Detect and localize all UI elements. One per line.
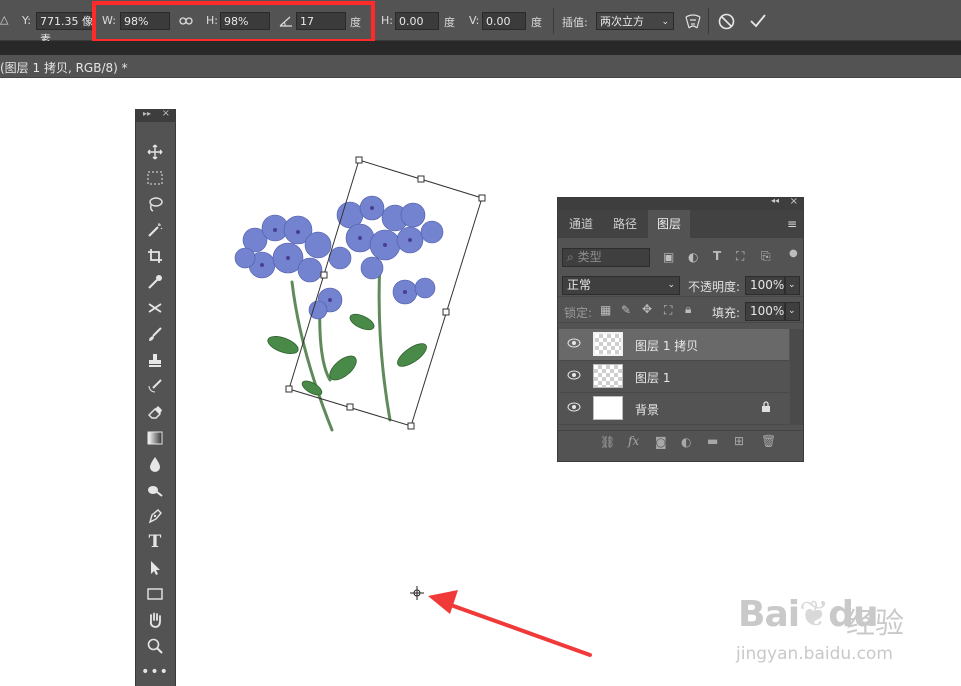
rectangle-tool-icon[interactable] xyxy=(145,584,165,604)
transform-handle[interactable] xyxy=(442,308,450,316)
layer-thumbnail xyxy=(593,396,623,420)
lock-label: 锁定: xyxy=(564,306,593,320)
adjustment-filter-icon[interactable]: ◐ xyxy=(688,250,698,264)
hand-tool-icon[interactable] xyxy=(145,610,165,630)
history-brush-tool-icon[interactable] xyxy=(145,376,165,396)
opacity-dropdown[interactable]: ⌄ xyxy=(785,276,800,295)
blend-row: 正常 ⌄ 不透明度: 100% ⌄ xyxy=(558,274,803,297)
fill-dropdown[interactable]: ⌄ xyxy=(785,302,800,321)
watermark-url: jingyan.baidu.com xyxy=(736,644,893,664)
layers-scrollbar[interactable] xyxy=(790,329,803,425)
layer-name[interactable]: 图层 1 拷贝 xyxy=(635,337,698,354)
type-tool-icon[interactable]: T xyxy=(145,532,165,552)
transform-handle[interactable] xyxy=(346,403,354,411)
link-layers-icon[interactable]: ⛓ xyxy=(600,435,615,449)
layer-name[interactable]: 图层 1 xyxy=(635,369,670,386)
transform-handle[interactable] xyxy=(407,422,415,430)
opacity-label: 不透明度: xyxy=(688,280,741,294)
fx-icon[interactable]: fx xyxy=(628,434,639,448)
type-filter-icon[interactable]: T xyxy=(713,249,721,263)
layer-name[interactable]: 背景 xyxy=(635,401,659,418)
shape-filter-icon[interactable]: ⛶ xyxy=(736,249,744,264)
tab-paths[interactable]: 路径 xyxy=(604,210,646,238)
layer-row[interactable]: 背景 xyxy=(559,393,789,425)
layer-thumbnail xyxy=(593,332,623,356)
layer-filter-row: ⌕ 类型 ▣ ◐ T ⛶ ⎘ ● xyxy=(558,246,803,270)
mask-icon[interactable]: ◙ xyxy=(655,435,667,449)
filter-type-value: 类型 xyxy=(577,250,602,264)
collapse-icon[interactable]: ▸▸ xyxy=(143,109,151,118)
visibility-eye-icon[interactable] xyxy=(567,401,581,415)
fill-input[interactable]: 100% xyxy=(745,302,785,321)
gradient-tool-icon[interactable] xyxy=(145,428,165,448)
lock-row: 锁定: ▦ ✎ ✥ ⛶ 🔒︎ 填充: 100% ⌄ xyxy=(558,300,803,323)
watermark-cn: 经验 xyxy=(846,606,905,640)
layers-panel: ◂◂ × 通道 路径 图层 ≡ ⌕ 类型 ▣ ◐ T ⛶ ⎘ ● 正常 ⌄ 不透… xyxy=(557,196,804,462)
new-layer-icon[interactable]: ⊞ xyxy=(734,434,744,448)
layer-row[interactable]: 图层 1 xyxy=(559,361,789,393)
close-icon[interactable]: × xyxy=(162,108,170,119)
adjustment-layer-icon[interactable]: ◐ xyxy=(681,435,691,449)
close-icon[interactable]: × xyxy=(790,196,798,207)
move-tool-icon[interactable] xyxy=(145,142,165,162)
lock-icon xyxy=(761,401,771,415)
brush-tool-icon[interactable] xyxy=(145,324,165,344)
transform-handle[interactable] xyxy=(478,194,486,202)
stamp-tool-icon[interactable] xyxy=(145,350,165,370)
opacity-input[interactable]: 100% xyxy=(745,276,785,295)
lock-pixels-icon[interactable]: ✎ xyxy=(621,303,631,317)
lock-all-icon[interactable]: 🔒︎ xyxy=(685,302,691,317)
blend-mode-value: 正常 xyxy=(567,278,592,292)
transform-handle[interactable] xyxy=(285,385,293,393)
eyedropper-tool-icon[interactable] xyxy=(145,272,165,292)
lock-transparent-icon[interactable]: ▦ xyxy=(600,303,611,317)
transform-handle[interactable] xyxy=(320,271,328,279)
blur-tool-icon[interactable] xyxy=(145,454,165,474)
transform-handle[interactable] xyxy=(355,156,363,164)
red-arrow-annotation xyxy=(428,590,592,657)
chevron-down-icon: ⌄ xyxy=(667,280,675,290)
tab-layers[interactable]: 图层 xyxy=(648,210,690,238)
visibility-eye-icon[interactable] xyxy=(567,369,581,383)
lock-artboard-icon[interactable]: ⛶ xyxy=(664,303,672,318)
tools-panel-header[interactable]: ▸▸ × xyxy=(136,108,175,122)
image-filter-icon[interactable]: ▣ xyxy=(663,250,674,264)
collapse-icon[interactable]: ◂◂ xyxy=(771,196,779,205)
watermark-brand-part1: Bai xyxy=(738,594,800,635)
visibility-eye-icon[interactable] xyxy=(567,337,581,351)
panel-tabs: 通道 路径 图层 ≡ xyxy=(558,210,803,238)
folder-icon[interactable]: ▬ xyxy=(707,434,718,448)
panel-header[interactable]: ◂◂ × xyxy=(558,196,803,210)
marquee-tool-icon[interactable] xyxy=(145,168,165,188)
tools-panel: ▸▸ × T ••• xyxy=(135,108,176,686)
lasso-tool-icon[interactable] xyxy=(145,194,165,214)
layer-thumbnail xyxy=(593,364,623,388)
fill-label: 填充: xyxy=(712,306,741,320)
filter-type-select[interactable]: ⌕ 类型 xyxy=(562,248,650,267)
lock-position-icon[interactable]: ✥ xyxy=(642,302,652,316)
smart-object-filter-icon[interactable]: ⎘ xyxy=(761,249,771,264)
panel-footer: ⛓ fx ◙ ◐ ▬ ⊞ 🗑︎ xyxy=(558,430,803,455)
blend-mode-select[interactable]: 正常 ⌄ xyxy=(562,276,680,295)
zoom-tool-icon[interactable] xyxy=(145,636,165,656)
crop-tool-icon[interactable] xyxy=(145,246,165,266)
pen-tool-icon[interactable] xyxy=(145,506,165,526)
dodge-tool-icon[interactable] xyxy=(145,480,165,500)
transform-handle[interactable] xyxy=(417,175,425,183)
rotate-cursor-icon xyxy=(410,586,424,600)
filter-toggle-icon[interactable]: ● xyxy=(789,248,798,259)
eraser-tool-icon[interactable] xyxy=(145,402,165,422)
path-selection-tool-icon[interactable] xyxy=(145,558,165,578)
layer-row[interactable]: 图层 1 拷贝 xyxy=(559,329,789,361)
trash-icon[interactable]: 🗑︎ xyxy=(761,434,776,448)
search-icon: ⌕ xyxy=(567,250,574,264)
healing-tool-icon[interactable] xyxy=(145,298,165,318)
paw-icon: ❦ xyxy=(799,594,829,635)
panel-menu-icon[interactable]: ≡ xyxy=(787,217,797,231)
tab-channels[interactable]: 通道 xyxy=(560,210,602,238)
more-tools-icon[interactable]: ••• xyxy=(141,662,168,682)
magic-wand-tool-icon[interactable] xyxy=(145,220,165,240)
